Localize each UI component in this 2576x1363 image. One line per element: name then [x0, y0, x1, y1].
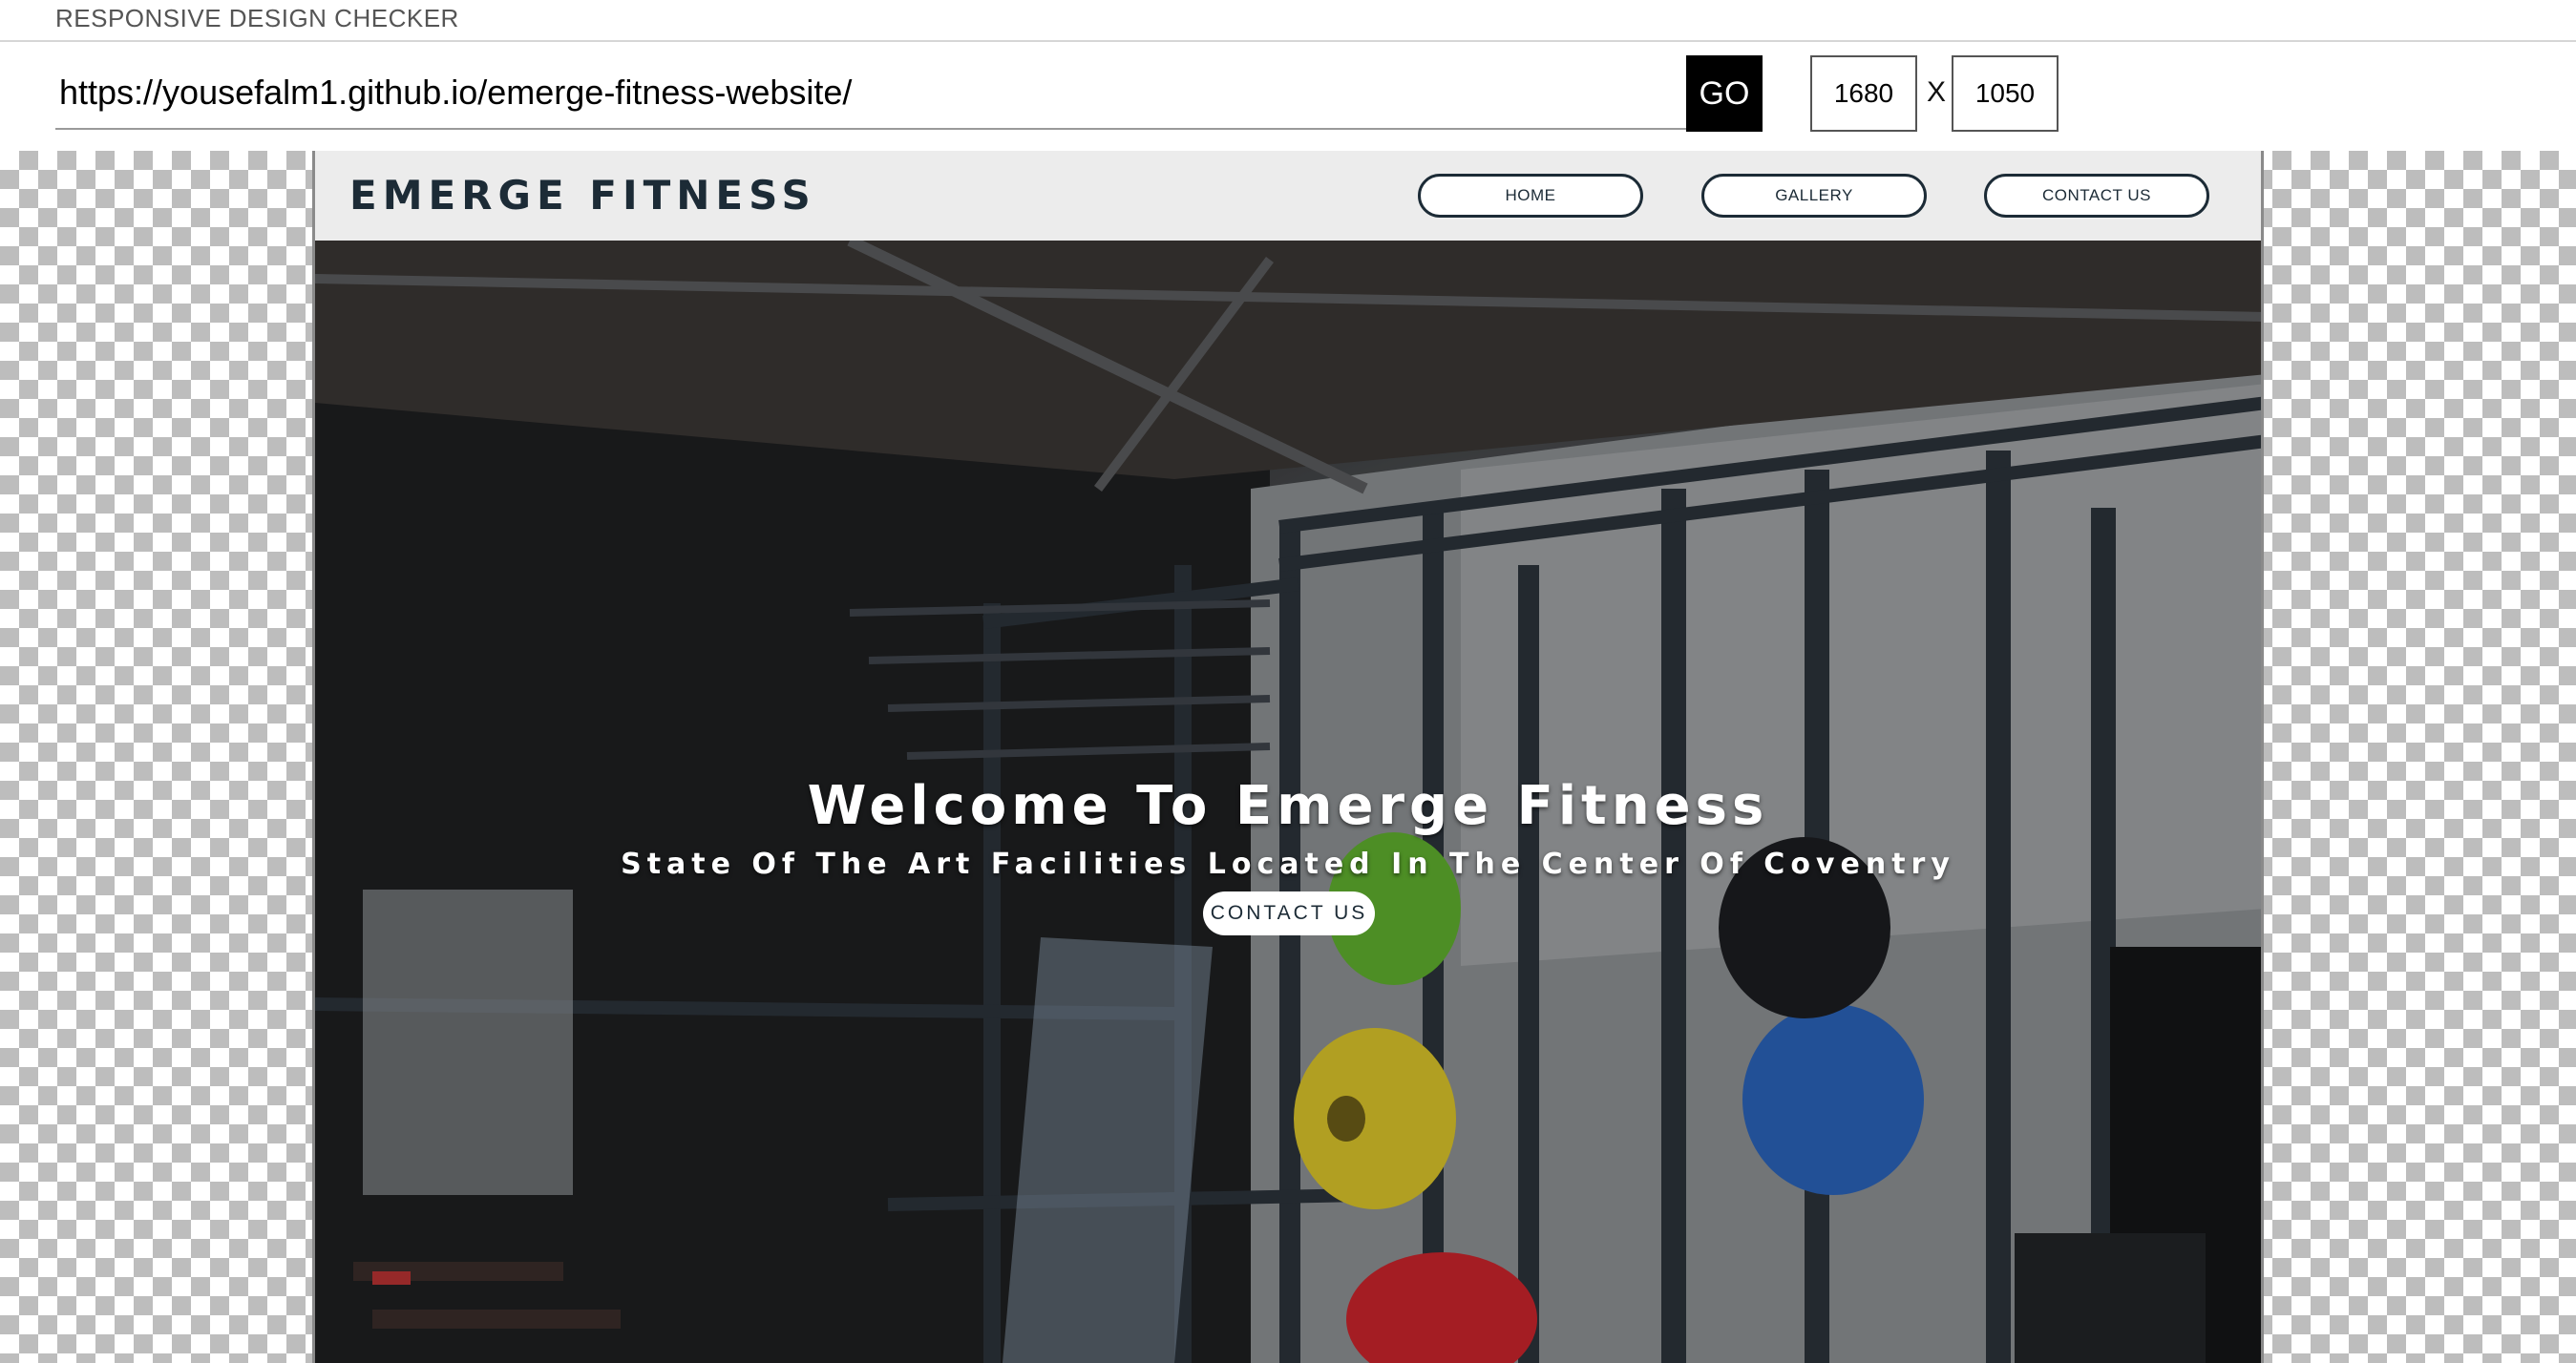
- site-preview-frame[interactable]: EMERGE FITNESS HOME GALLERY CONTACT US W…: [312, 151, 2264, 1363]
- nav-contact-button[interactable]: CONTACT US: [1984, 174, 2209, 218]
- preview-checkerboard: EMERGE FITNESS HOME GALLERY CONTACT US W…: [0, 151, 2576, 1363]
- checker-title-bar: RESPONSIVE DESIGN CHECKER: [0, 0, 2576, 42]
- hero-section: Welcome To Emerge Fitness State Of The A…: [315, 241, 2261, 1363]
- hero-title: Welcome To Emerge Fitness: [807, 775, 1769, 837]
- nav-home-button[interactable]: HOME: [1418, 174, 1643, 218]
- url-input[interactable]: [55, 57, 1688, 130]
- site-header: EMERGE FITNESS HOME GALLERY CONTACT US: [315, 151, 2261, 241]
- nav-gallery-button[interactable]: GALLERY: [1701, 174, 1927, 218]
- site-logo[interactable]: EMERGE FITNESS: [349, 172, 816, 219]
- checker-title: RESPONSIVE DESIGN CHECKER: [55, 4, 459, 32]
- url-bar: GO X: [0, 44, 2576, 151]
- hero-subtitle: State Of The Art Facilities Located In T…: [621, 848, 1955, 881]
- dimension-separator: X: [1927, 76, 1947, 108]
- go-button[interactable]: GO: [1686, 55, 1763, 132]
- width-input[interactable]: [1810, 55, 1917, 132]
- hero-contact-button[interactable]: CONTACT US: [1203, 891, 1375, 935]
- height-input[interactable]: [1952, 55, 2059, 132]
